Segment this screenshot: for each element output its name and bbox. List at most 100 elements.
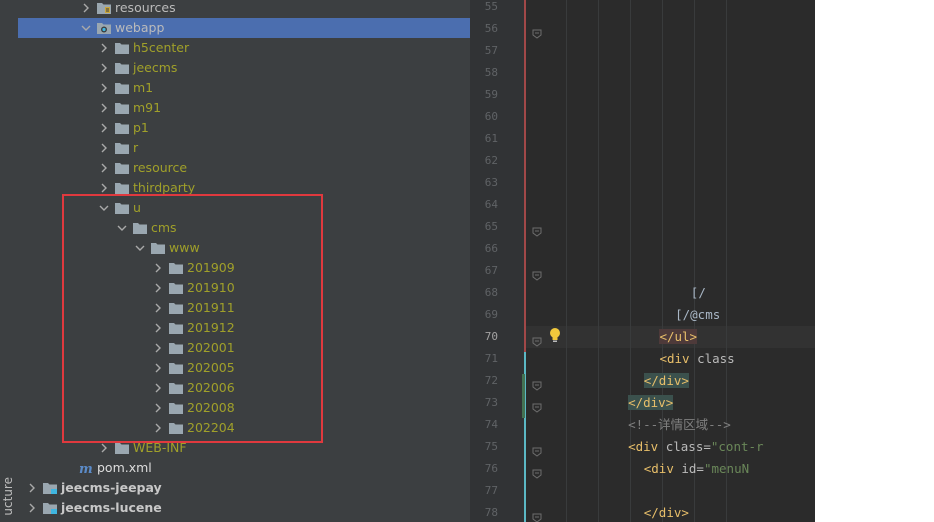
fold-marker-icon[interactable] xyxy=(532,266,542,281)
code-line: <div id="menuN xyxy=(644,458,749,480)
line-number: 69 xyxy=(484,308,498,321)
fold-marker-icon[interactable] xyxy=(532,508,542,522)
chevron-right-icon[interactable] xyxy=(96,118,112,138)
line-number: 60 xyxy=(484,110,498,123)
chevron-right-icon[interactable] xyxy=(96,78,112,98)
chevron-right-icon[interactable] xyxy=(78,0,94,18)
code-line: <div class="cont-r xyxy=(628,436,763,458)
chevron-right-icon[interactable] xyxy=(96,158,112,178)
maven-file-icon: m xyxy=(78,461,94,475)
change-marker-green xyxy=(522,374,525,396)
line-number: 76 xyxy=(484,462,498,475)
fold-marker-icon[interactable] xyxy=(532,442,542,457)
folder-icon xyxy=(114,161,130,175)
resources-folder-icon xyxy=(96,1,112,15)
tree-row-pom-xml[interactable]: m pom.xml xyxy=(18,458,470,478)
line-number: 78 xyxy=(484,506,498,519)
annotation-highlight-box xyxy=(62,194,323,443)
chevron-right-icon[interactable] xyxy=(24,498,40,518)
fold-marker-icon[interactable] xyxy=(532,376,542,391)
tree-row-label: jeecms-lucene xyxy=(61,500,162,515)
line-number: 55 xyxy=(484,0,498,13)
code-line: <div class xyxy=(659,348,734,370)
folder-icon xyxy=(114,141,130,155)
line-number: 67 xyxy=(484,264,498,277)
chevron-down-icon[interactable] xyxy=(78,18,94,38)
folder-icon xyxy=(114,61,130,75)
fold-marker-icon[interactable] xyxy=(532,464,542,479)
tree-row-jeecms-lucene[interactable]: jeecms-lucene xyxy=(18,498,470,518)
code-token: </ul> xyxy=(659,329,698,344)
tree-row-jeecms[interactable]: jeecms xyxy=(18,58,470,78)
structure-tab[interactable]: ucture xyxy=(1,477,15,516)
tree-row-p1[interactable]: p1 xyxy=(18,118,470,138)
code-token: "menuN xyxy=(703,461,750,476)
code-line: </div> xyxy=(628,392,674,414)
fold-marker-icon[interactable] xyxy=(532,24,542,39)
tree-row-webapp[interactable]: webapp xyxy=(18,18,470,38)
folder-icon xyxy=(114,41,130,55)
fold-marker-icon[interactable] xyxy=(532,332,542,347)
code-line: </ul> xyxy=(659,326,698,348)
code-line: </div> xyxy=(644,502,689,522)
chevron-right-icon[interactable] xyxy=(24,478,40,498)
folder-icon xyxy=(114,181,130,195)
tree-row-label: pom.xml xyxy=(97,460,152,475)
tree-row-m91[interactable]: m91 xyxy=(18,98,470,118)
fold-marker-icon[interactable] xyxy=(532,222,542,237)
code-token: [/ xyxy=(690,285,706,300)
line-number: 64 xyxy=(484,198,498,211)
code-token: "cont-r xyxy=(710,439,764,454)
line-number: 74 xyxy=(484,418,498,431)
code-token: </div> xyxy=(643,373,689,388)
line-number: 57 xyxy=(484,44,498,57)
indent-guide xyxy=(566,0,567,522)
code-token: class xyxy=(689,351,735,366)
line-number: 75 xyxy=(484,440,498,453)
tree-row-resource[interactable]: resource xyxy=(18,158,470,178)
tree-row-r[interactable]: r xyxy=(18,138,470,158)
line-number: 62 xyxy=(484,154,498,167)
code-token: class= xyxy=(658,439,711,454)
fold-marker-icon[interactable] xyxy=(532,398,542,413)
code-editor[interactable]: 55 56 57 58 59 60 61 62 63 64 65 66 67 68 69 70 71 72 73 74… xyxy=(470,0,815,522)
svg-text:m: m xyxy=(79,462,93,475)
line-number: 70 xyxy=(484,330,498,343)
tree-row-m1[interactable]: m1 xyxy=(18,78,470,98)
code-line: <!--详情区域--> xyxy=(628,414,731,436)
tree-row-label: m1 xyxy=(133,80,154,95)
code-token: <div xyxy=(643,461,674,476)
chevron-right-icon[interactable] xyxy=(96,138,112,158)
lightbulb-icon[interactable] xyxy=(548,327,562,345)
code-token: <div xyxy=(659,351,690,366)
module-folder-icon xyxy=(42,501,58,515)
chevron-right-icon[interactable] xyxy=(96,38,112,58)
tree-row-label: resources xyxy=(115,0,176,15)
code-token: </div> xyxy=(628,395,674,410)
line-number: 77 xyxy=(484,484,498,497)
tree-row-label: jeecms-jeepay xyxy=(61,480,162,495)
code-token: [/@cms xyxy=(675,307,721,322)
tree-row-label: webapp xyxy=(115,20,165,35)
tree-row-label: h5center xyxy=(133,40,190,55)
line-number: 61 xyxy=(484,132,498,145)
tree-row-h5center[interactable]: h5center xyxy=(18,38,470,58)
tree-row-label: r xyxy=(133,140,139,155)
line-number: 65 xyxy=(484,220,498,233)
code-token: <div xyxy=(628,439,659,454)
blank-area xyxy=(815,0,934,522)
code-line: [/@cms xyxy=(675,304,720,326)
folder-icon xyxy=(114,81,130,95)
line-number: 59 xyxy=(484,88,498,101)
code-token: <!--详情区域--> xyxy=(628,417,731,432)
tool-window-strip: ucture xyxy=(0,0,19,522)
folder-icon xyxy=(114,101,130,115)
tree-row-label: m91 xyxy=(133,100,162,115)
indent-guide xyxy=(598,0,599,522)
tree-row-label: jeecms xyxy=(133,60,178,75)
chevron-right-icon[interactable] xyxy=(96,98,112,118)
chevron-right-icon[interactable] xyxy=(96,58,112,78)
line-number: 68 xyxy=(484,286,498,299)
tree-row-jeecms-jeepay[interactable]: jeecms-jeepay xyxy=(18,478,470,498)
tree-row-resources[interactable]: resources xyxy=(18,0,470,18)
